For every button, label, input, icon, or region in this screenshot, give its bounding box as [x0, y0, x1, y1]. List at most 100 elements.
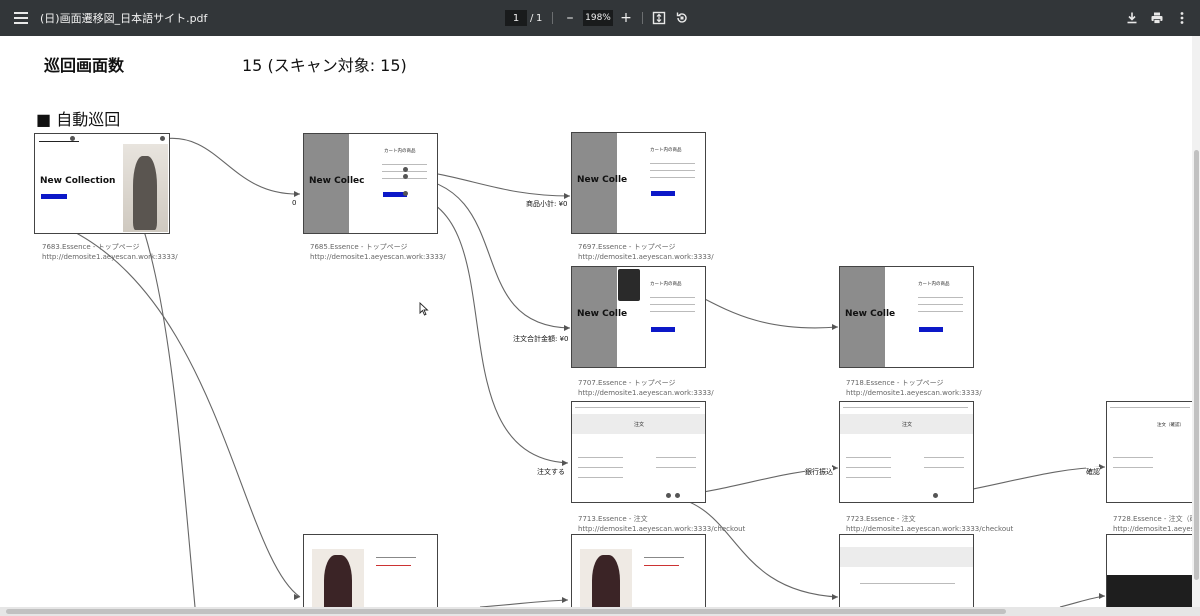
hero-text: New Collection — [40, 176, 116, 186]
form-row — [1113, 467, 1153, 468]
edge-t1-t2 — [162, 137, 301, 195]
pdf-toolbar: (日)画面遷移図_日本語サイト.pdf 1 / 1 – 198% + — [0, 0, 1200, 36]
caption-title: 7707.Essence - トップページ — [578, 379, 676, 387]
cart-row — [650, 297, 695, 298]
hero-text: New Colle — [577, 175, 628, 185]
dark-footer — [1107, 575, 1192, 607]
thumbnail-7723[interactable]: 注文 — [839, 401, 974, 503]
edge-t2-t6 — [404, 193, 569, 464]
edge-label-place-order: 注文する — [537, 467, 565, 477]
edge-label-bank-transfer: 銀行振込 — [805, 467, 833, 477]
thumbnail-7713[interactable]: 注文 — [571, 401, 706, 503]
edge-bottom-right — [1059, 595, 1106, 607]
cart-row — [650, 170, 695, 171]
edge-label-order-total: 注文合計金額: ¥0 — [513, 334, 569, 344]
zoom-level-input[interactable]: 198% — [583, 10, 613, 26]
vertical-scroll-thumb[interactable] — [1194, 150, 1199, 580]
thumbnail-7718[interactable]: New Colle カート内の商品 — [839, 266, 974, 368]
product-price — [644, 565, 679, 566]
horizontal-scroll-thumb[interactable] — [6, 609, 1006, 614]
edge-origin-dot — [675, 493, 680, 498]
cart-row — [650, 163, 695, 164]
model-figure — [133, 156, 157, 230]
form-row — [846, 477, 891, 478]
mini-nav — [575, 407, 700, 408]
mouse-cursor-icon — [419, 302, 429, 316]
edge-origin-dot — [160, 136, 165, 141]
caption-title: 7723.Essence - 注文 — [846, 515, 916, 523]
caption-url: http://demosite1.aeyescan.work:3333/ — [1113, 525, 1200, 533]
thumbnail-7707[interactable]: New Colle カート内の商品 — [571, 266, 706, 368]
hero-text: New Colle — [577, 309, 628, 319]
cart-row — [918, 311, 963, 312]
zoom-in-button[interactable]: + — [618, 8, 634, 28]
cart-title: カート内の商品 — [650, 148, 682, 153]
caption-url: http://demosite1.aeyescan.work:3333/ — [846, 389, 982, 397]
thumbnail-7683[interactable]: New Collection — [34, 133, 170, 234]
print-icon[interactable] — [1148, 9, 1166, 27]
edge-label-zero: 0 — [292, 199, 297, 207]
toolbar-divider — [552, 12, 553, 24]
edge-origin-dot — [933, 493, 938, 498]
edge-origin-dot — [70, 136, 75, 141]
caption-title: 7713.Essence - 注文 — [578, 515, 648, 523]
cart-row — [918, 304, 963, 305]
summary-row — [656, 457, 696, 458]
edge-t1-bottom-2 — [61, 225, 301, 598]
document-title: (日)画面遷移図_日本語サイト.pdf — [40, 12, 208, 25]
caption-url: http://demosite1.aeyescan.work:3333/chec… — [578, 525, 746, 533]
thumbnail-7685[interactable]: New Collec カート内の商品 — [303, 133, 438, 234]
form-row — [860, 583, 955, 584]
edge-origin-dot — [403, 191, 408, 196]
caption-title: 7728.Essence - 注文（確認 — [1113, 515, 1200, 523]
zoom-out-button[interactable]: – — [562, 8, 578, 28]
page-heading: 注文（確認） — [1157, 423, 1184, 428]
caption-title: 7718.Essence - トップページ — [846, 379, 944, 387]
edge-label-subtotal: 商品小計: ¥0 — [526, 199, 568, 209]
product-price — [376, 565, 411, 566]
cart-title: カート内の商品 — [384, 149, 416, 154]
form-row — [578, 457, 623, 458]
form-row — [578, 477, 623, 478]
caption-url: http://demosite1.aeyescan.work:3333/ — [578, 253, 714, 261]
download-icon[interactable] — [1123, 9, 1141, 27]
thumbnail-complete[interactable] — [1106, 534, 1192, 607]
summary-row — [656, 467, 696, 468]
cart-row — [382, 164, 427, 165]
caption-url: http://demosite1.aeyescan.work:3333/ — [310, 253, 446, 261]
caption-title: 7697.Essence - トップページ — [578, 243, 676, 251]
rotate-icon[interactable] — [673, 9, 691, 27]
thumbnail-7728[interactable]: 注文（確認） — [1106, 401, 1192, 503]
form-row — [846, 457, 891, 458]
caption-title: 7683.Essence - トップページ — [42, 243, 140, 251]
caption-url: http://demosite1.aeyescan.work:3333/ — [578, 389, 714, 397]
total-pages: 1 — [536, 12, 543, 24]
thumbnail-product[interactable] — [571, 534, 706, 607]
thumbnail-7697[interactable]: New Colle カート内の商品 — [571, 132, 706, 234]
current-page-input[interactable]: 1 — [505, 10, 527, 26]
fit-page-icon[interactable] — [650, 9, 668, 27]
form-row — [846, 467, 891, 468]
cart-row — [650, 177, 695, 178]
edge-origin-dot — [403, 167, 408, 172]
product-row — [644, 557, 684, 558]
cart-title: カート内の商品 — [918, 282, 950, 287]
cart-row — [650, 304, 695, 305]
page-separator: / — [530, 12, 534, 24]
checkout-button — [919, 327, 943, 332]
form-row — [578, 467, 623, 468]
caption-url: http://demosite1.aeyescan.work:3333/ — [42, 253, 178, 261]
cart-item-image — [618, 269, 640, 301]
hero-text: New Colle — [845, 309, 896, 319]
thumbnail-product[interactable] — [303, 534, 438, 607]
product-row — [376, 557, 416, 558]
caption-url: http://demosite1.aeyescan.work:3333/chec… — [846, 525, 1014, 533]
mini-nav — [843, 407, 968, 408]
thumbnail-confirm[interactable] — [839, 534, 974, 607]
checkout-button — [651, 191, 675, 196]
toolbar-divider — [642, 12, 643, 24]
menu-icon[interactable] — [12, 8, 32, 28]
page-banner — [840, 547, 973, 567]
more-icon[interactable] — [1173, 9, 1191, 27]
edge-label-confirm: 確認 — [1086, 467, 1100, 477]
